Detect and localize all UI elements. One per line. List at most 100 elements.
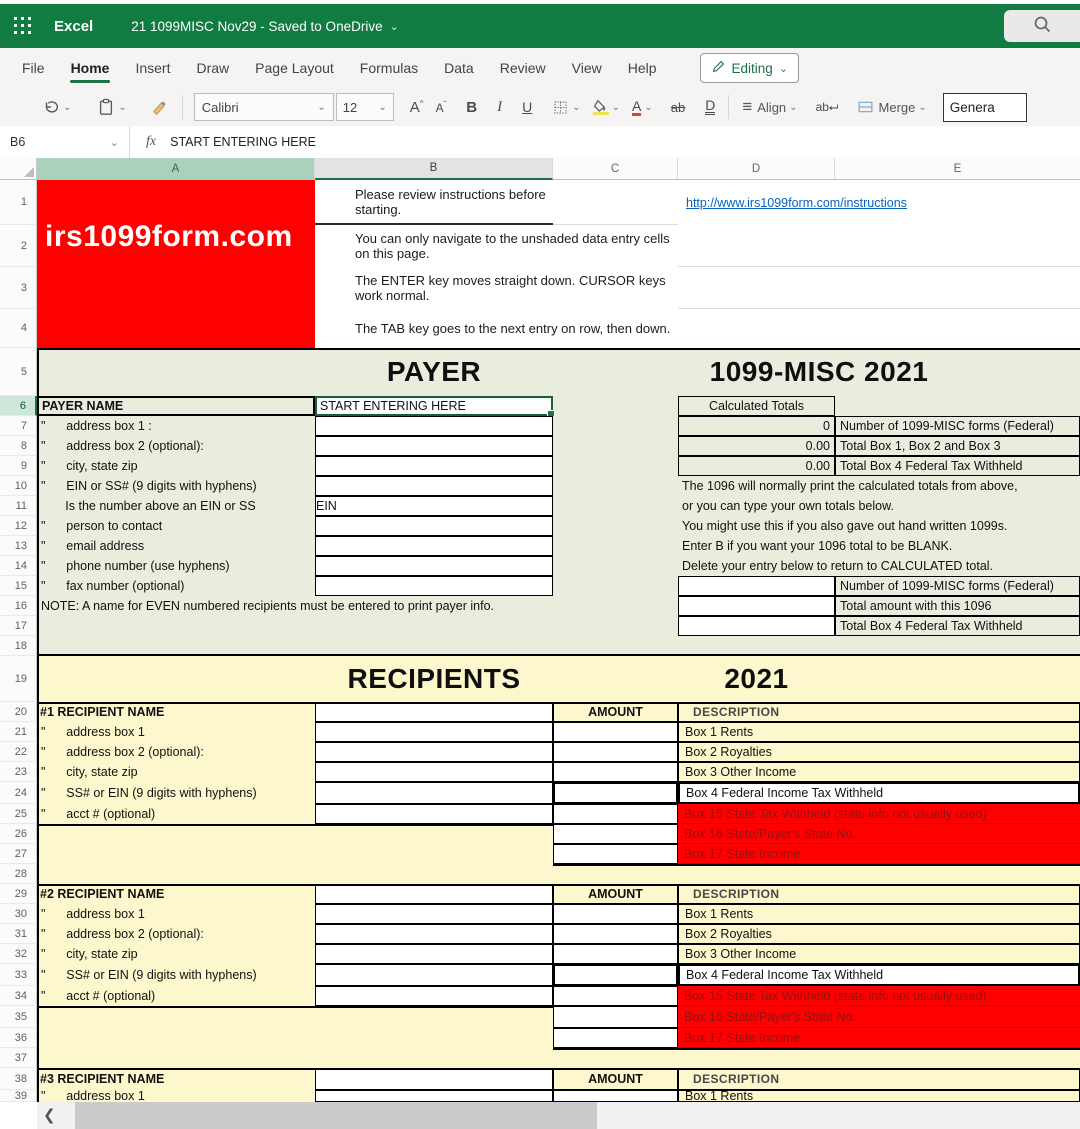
borders-button[interactable]: ⌄ bbox=[546, 99, 586, 116]
cell-A17[interactable] bbox=[37, 616, 553, 636]
cell-A16[interactable]: NOTE: A name for EVEN numbered recipient… bbox=[37, 596, 553, 616]
tab-help[interactable]: Help bbox=[615, 48, 670, 88]
cell-A35[interactable] bbox=[37, 1006, 553, 1028]
cell-A23[interactable]: " city, state zip bbox=[37, 762, 315, 782]
cell-D26[interactable]: Box 16 State/Payer's State No. bbox=[678, 824, 1080, 844]
cell-D30[interactable]: Box 1 Rents bbox=[678, 904, 1080, 924]
cell-A24[interactable]: " SS# or EIN (9 digits with hyphens) bbox=[37, 782, 315, 804]
column-header-B[interactable]: B bbox=[315, 158, 553, 180]
cell-D24[interactable]: Box 4 Federal Income Tax Withheld bbox=[678, 782, 1080, 804]
cell-D20[interactable]: DESCRIPTION bbox=[678, 702, 1080, 722]
cell-C1[interactable] bbox=[553, 180, 678, 225]
cell-D16[interactable] bbox=[678, 596, 835, 616]
cell-B38[interactable] bbox=[315, 1068, 553, 1090]
cell-B19[interactable]: RECIPIENTS bbox=[315, 656, 553, 702]
scroll-left-icon[interactable]: ❮ bbox=[43, 1106, 56, 1124]
format-painter-button[interactable] bbox=[145, 98, 175, 116]
cell-D27[interactable]: Box 17 State Income bbox=[678, 844, 1080, 864]
cell-C11[interactable] bbox=[553, 496, 678, 516]
cell-B21[interactable] bbox=[315, 722, 553, 742]
cell-E19[interactable] bbox=[835, 656, 1080, 702]
row-header-29[interactable]: 29 bbox=[0, 884, 37, 904]
cell-D8[interactable]: 0.00 bbox=[678, 436, 835, 456]
cell-E15[interactable]: Number of 1099-MISC forms (Federal) bbox=[835, 576, 1080, 596]
cell-E6[interactable] bbox=[835, 396, 1080, 416]
row-header-17[interactable]: 17 bbox=[0, 616, 37, 636]
row-header-16[interactable]: 16 bbox=[0, 596, 37, 616]
cell-B6[interactable]: START ENTERING HERE bbox=[315, 396, 553, 416]
cell-D25[interactable]: Box 15 State Tax Withheld (state info no… bbox=[678, 804, 1080, 824]
cell-C26[interactable] bbox=[553, 824, 678, 844]
cell-A39[interactable]: " address box 1 bbox=[37, 1090, 315, 1102]
cell-C16[interactable] bbox=[553, 596, 678, 616]
cell-D4[interactable] bbox=[678, 309, 1080, 348]
cell-D11[interactable]: or you can type your own totals below. bbox=[678, 496, 1080, 516]
cell-B3[interactable]: The ENTER key moves straight down. CURSO… bbox=[315, 267, 678, 309]
cell-A18[interactable] bbox=[37, 636, 1080, 656]
cell-E16[interactable]: Total amount with this 1096 bbox=[835, 596, 1080, 616]
cell-B30[interactable] bbox=[315, 904, 553, 924]
row-header-2[interactable]: 2 bbox=[0, 225, 37, 267]
row-header-15[interactable]: 15 bbox=[0, 576, 37, 596]
row-header-22[interactable]: 22 bbox=[0, 742, 37, 762]
tab-formulas[interactable]: Formulas bbox=[347, 48, 431, 88]
document-title[interactable]: 21 1099MISC Nov29 - Saved to OneDrive ⌄ bbox=[131, 19, 399, 34]
grow-font-button[interactable]: A^ bbox=[404, 99, 430, 116]
cell-A1[interactable] bbox=[37, 180, 315, 225]
cell-B23[interactable] bbox=[315, 762, 553, 782]
shrink-font-button[interactable]: Aˇ bbox=[430, 100, 453, 115]
cell-B7[interactable] bbox=[315, 416, 553, 436]
cell-C38[interactable]: AMOUNT bbox=[553, 1068, 678, 1090]
cell-B29[interactable] bbox=[315, 884, 553, 904]
cell-A7[interactable]: " address box 1 : bbox=[37, 416, 315, 436]
cell-C8[interactable] bbox=[553, 436, 678, 456]
cell-C32[interactable] bbox=[553, 944, 678, 964]
tab-file[interactable]: File bbox=[9, 48, 58, 88]
cell-B25[interactable] bbox=[315, 804, 553, 824]
row-header-9[interactable]: 9 bbox=[0, 456, 37, 476]
cell-B31[interactable] bbox=[315, 924, 553, 944]
row-header-34[interactable]: 34 bbox=[0, 986, 37, 1006]
cell-A31[interactable]: " address box 2 (optional): bbox=[37, 924, 315, 944]
column-header-E[interactable]: E bbox=[835, 158, 1080, 180]
row-header-38[interactable]: 38 bbox=[0, 1068, 37, 1090]
row-header-18[interactable]: 18 bbox=[0, 636, 37, 656]
cell-A28[interactable] bbox=[37, 864, 1080, 884]
column-header-D[interactable]: D bbox=[678, 158, 835, 180]
row-header-25[interactable]: 25 bbox=[0, 804, 37, 824]
cell-E8[interactable]: Total Box 1, Box 2 and Box 3 bbox=[835, 436, 1080, 456]
cell-B9[interactable] bbox=[315, 456, 553, 476]
cell-B8[interactable] bbox=[315, 436, 553, 456]
cell-C39[interactable] bbox=[553, 1090, 678, 1102]
row-header-12[interactable]: 12 bbox=[0, 516, 37, 536]
row-header-37[interactable]: 37 bbox=[0, 1048, 37, 1068]
row-header-7[interactable]: 7 bbox=[0, 416, 37, 436]
cell-D35[interactable]: Box 16 State/Payer's State No. bbox=[678, 1006, 1080, 1028]
column-header-C[interactable]: C bbox=[553, 158, 678, 180]
cell-C33[interactable] bbox=[553, 964, 678, 986]
cell-D19[interactable]: 2021 bbox=[678, 656, 835, 702]
row-header-31[interactable]: 31 bbox=[0, 924, 37, 944]
row-header-13[interactable]: 13 bbox=[0, 536, 37, 556]
row-header-21[interactable]: 21 bbox=[0, 722, 37, 742]
cell-C17[interactable] bbox=[553, 616, 678, 636]
cell-B10[interactable] bbox=[315, 476, 553, 496]
tab-insert[interactable]: Insert bbox=[122, 48, 183, 88]
cell-B11[interactable]: EIN bbox=[315, 496, 553, 516]
row-header-11[interactable]: 11 bbox=[0, 496, 37, 516]
cell-D1[interactable]: http://www.irs1099form.com/instructions bbox=[678, 180, 1080, 225]
cell-A34[interactable]: " acct # (optional) bbox=[37, 986, 315, 1006]
cell-A32[interactable]: " city, state zip bbox=[37, 944, 315, 964]
double-underline-button[interactable]: D bbox=[699, 99, 721, 115]
cell-C9[interactable] bbox=[553, 456, 678, 476]
row-header-36[interactable]: 36 bbox=[0, 1028, 37, 1048]
row-header-8[interactable]: 8 bbox=[0, 436, 37, 456]
cell-D33[interactable]: Box 4 Federal Income Tax Withheld bbox=[678, 964, 1080, 986]
cell-C12[interactable] bbox=[553, 516, 678, 536]
undo-button[interactable]: ⌄ bbox=[36, 98, 77, 116]
tab-home[interactable]: Home bbox=[58, 48, 123, 88]
cell-D14[interactable]: Delete your entry below to return to CAL… bbox=[678, 556, 1080, 576]
cell-D17[interactable] bbox=[678, 616, 835, 636]
tab-view[interactable]: View bbox=[559, 48, 615, 88]
cell-A11[interactable]: Is the number above an EIN or SS bbox=[37, 496, 315, 516]
